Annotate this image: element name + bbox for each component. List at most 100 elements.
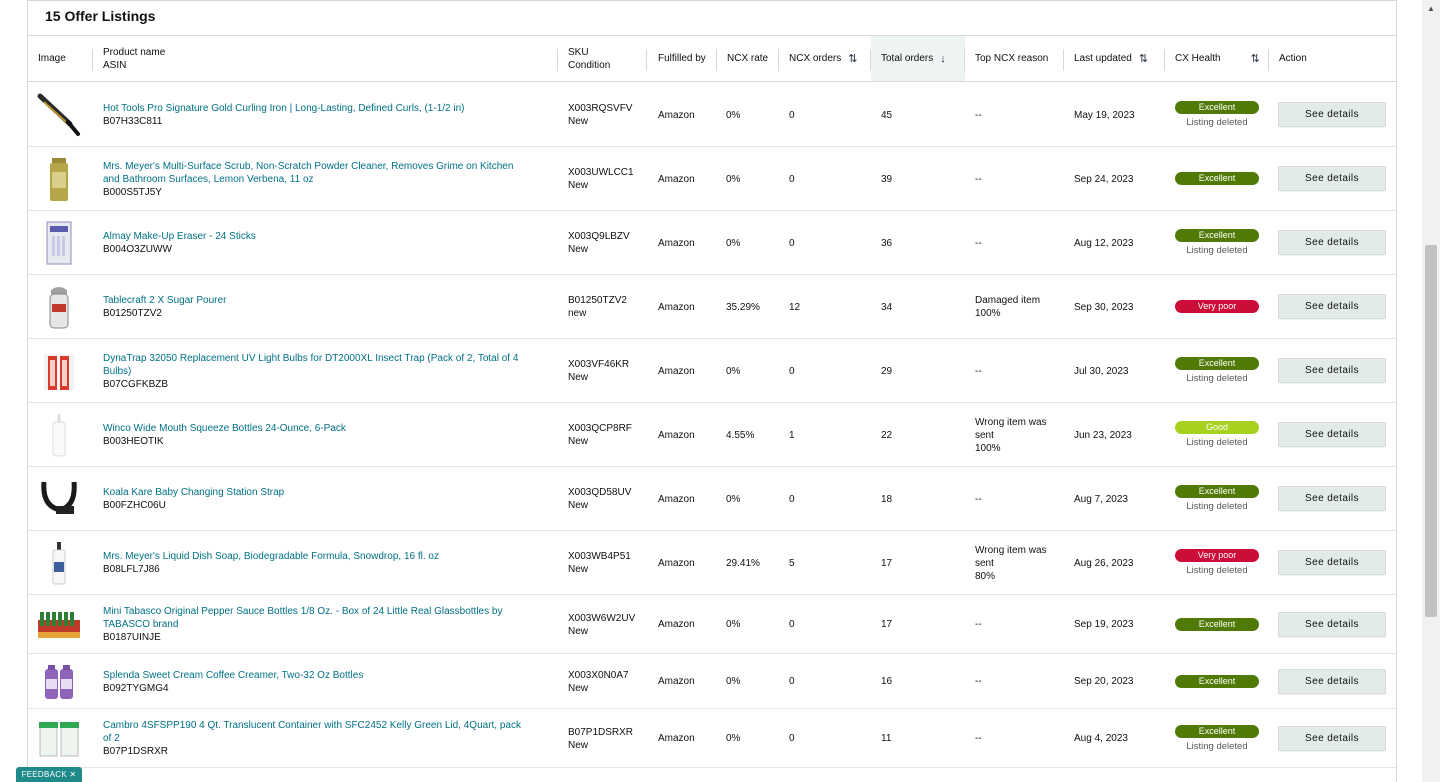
product-thumbnail[interactable] [36, 540, 82, 586]
product-name-link[interactable]: Almay Make-Up Eraser - 24 Sticks [103, 231, 256, 242]
page-title: 15 Offer Listings [45, 8, 156, 24]
see-details-button[interactable]: See details [1278, 294, 1386, 319]
ncx-rate-text: 0% [726, 493, 741, 505]
ncx-rate-text: 0% [726, 237, 741, 249]
product-thumbnail[interactable] [36, 602, 82, 648]
ncx-rate-text: 0% [726, 619, 741, 630]
last-updated-text: Sep 24, 2023 [1074, 173, 1134, 185]
see-details-button[interactable]: See details [1278, 230, 1386, 255]
product-thumbnail[interactable] [36, 659, 82, 705]
product-name-cell: Koala Kare Baby Changing Station Strap B0… [103, 486, 284, 512]
scroll-up-icon[interactable]: ▲ [1422, 0, 1440, 17]
total-orders-text: 36 [881, 237, 893, 249]
header-image: Image [28, 36, 93, 81]
total-orders-text: 29 [881, 365, 893, 377]
product-name-link[interactable]: of 2 [103, 733, 120, 744]
product-thumbnail[interactable] [36, 220, 82, 266]
cx-health-cell: Excellent Listing deleted [1175, 101, 1259, 129]
product-name-link[interactable]: Koala Kare Baby Changing Station Strap [103, 487, 284, 498]
product-thumbnail[interactable] [36, 92, 82, 138]
listing-status-note: Listing deleted [1186, 437, 1248, 448]
condition-text: New [568, 500, 589, 511]
product-thumbnail[interactable] [36, 156, 82, 202]
product-name-link[interactable]: Mrs. Meyer's Liquid Dish Soap, Biodegrad… [103, 551, 439, 562]
table-row: Almay Make-Up Eraser - 24 Sticks B004O3ZU… [28, 211, 1396, 275]
table-row: Koala Kare Baby Changing Station Strap B0… [28, 467, 1396, 531]
top-ncx-reason-text: -- [975, 173, 982, 185]
sku-cell: X003QD58UV New [568, 486, 631, 512]
header-product-name[interactable]: Product name ASIN [93, 36, 558, 81]
cx-health-cell: Excellent Listing deleted [1175, 229, 1259, 257]
asin-text: B07H33C811 [103, 116, 163, 127]
sort-updown-icon[interactable]: ⇅ [1139, 52, 1148, 65]
table-row: DynaTrap 32050 Replacement UV Light Bulb… [28, 339, 1396, 403]
total-orders-text: 22 [881, 429, 893, 441]
header-total-orders-label: Total orders [881, 53, 934, 64]
offer-listings-panel: 15 Offer Listings Image Product name ASI… [27, 0, 1397, 782]
see-details-button[interactable]: See details [1278, 422, 1386, 447]
product-name-link[interactable]: Bulbs) [103, 366, 131, 377]
asin-text: B004O3ZUWW [103, 244, 172, 255]
see-details-button[interactable]: See details [1278, 102, 1386, 127]
product-name-link[interactable]: Splenda Sweet Cream Coffee Creamer, Two-… [103, 670, 363, 681]
header-image-label: Image [38, 53, 66, 64]
table-row: Cambro 4SFSPP190 4 Qt. Translucent Conta… [28, 709, 1396, 768]
see-details-button[interactable]: See details [1278, 725, 1386, 751]
header-last-updated[interactable]: Last updated ⇅ [1064, 36, 1165, 81]
see-details-button[interactable]: See details [1278, 166, 1386, 191]
header-sku[interactable]: SKU Condition [558, 36, 647, 81]
product-thumbnail[interactable] [36, 476, 82, 522]
sort-updown-icon[interactable]: ⇅ [1251, 52, 1260, 65]
product-name-link[interactable]: Cambro 4SFSPP190 4 Qt. Translucent Conta… [103, 720, 521, 731]
product-name-link[interactable]: Winco Wide Mouth Squeeze Bottles 24-Ounc… [103, 423, 346, 434]
product-name-link[interactable]: DynaTrap 32050 Replacement UV Light Bulb… [103, 353, 518, 364]
feedback-button[interactable]: FEEDBACK ✕ [16, 767, 82, 782]
fulfilled-by-text: Amazon [658, 733, 695, 744]
cx-health-badge: Very poor [1175, 549, 1259, 562]
cx-health-badge: Excellent [1175, 485, 1259, 498]
header-fulfilled-by[interactable]: Fulfilled by [647, 36, 717, 81]
header-top-ncx-reason[interactable]: Top NCX reason [965, 36, 1064, 81]
total-orders-text: 17 [881, 619, 893, 630]
condition-text: New [568, 372, 589, 383]
product-thumbnail[interactable] [36, 412, 82, 458]
ncx-orders-text: 12 [789, 301, 801, 313]
product-name-cell: Almay Make-Up Eraser - 24 Sticks B004O3ZU… [103, 230, 256, 256]
ncx-orders-text: 0 [789, 619, 795, 630]
scrollbar-thumb[interactable] [1425, 245, 1437, 617]
header-total-orders[interactable]: Total orders ↓ [871, 36, 965, 81]
product-name-link[interactable]: Tablecraft 2 X Sugar Pourer [103, 295, 226, 306]
sort-down-icon[interactable]: ↓ [940, 53, 946, 65]
product-name-link[interactable]: TABASCO brand [103, 619, 178, 630]
ncx-rate-text: 0% [726, 365, 741, 377]
sort-updown-icon[interactable]: ⇅ [848, 52, 857, 65]
header-ncx-rate[interactable]: NCX rate [717, 36, 779, 81]
product-name-cell: Winco Wide Mouth Squeeze Bottles 24-Ounc… [103, 422, 346, 448]
product-thumbnail[interactable] [36, 284, 82, 330]
see-details-button[interactable]: See details [1278, 486, 1386, 511]
see-details-button[interactable]: See details [1278, 358, 1386, 383]
product-name-link[interactable]: Mini Tabasco Original Pepper Sauce Bottl… [103, 606, 502, 617]
product-name-link[interactable]: Hot Tools Pro Signature Gold Curling Iro… [103, 103, 464, 114]
sku-cell: X003QCP8RF New [568, 422, 632, 448]
condition-text: New [568, 180, 589, 191]
table-row: Mrs. Meyer's Multi-Surface Scrub, Non-Sc… [28, 147, 1396, 211]
header-ncx-orders[interactable]: NCX orders ⇅ [779, 36, 871, 81]
condition-text: New [568, 436, 589, 447]
ncx-orders-text: 0 [789, 733, 795, 744]
sku-cell: X003RQSVFV New [568, 102, 632, 128]
product-thumbnail[interactable] [36, 716, 82, 762]
see-details-button[interactable]: See details [1278, 668, 1386, 694]
fulfilled-by-text: Amazon [658, 493, 695, 505]
vertical-scrollbar[interactable]: ▲ [1422, 0, 1440, 782]
product-name-link[interactable]: Mrs. Meyer's Multi-Surface Scrub, Non-Sc… [103, 161, 513, 172]
product-thumbnail[interactable] [36, 348, 82, 394]
cx-health-cell: Excellent Listing deleted [1175, 485, 1259, 513]
product-name-cell: Mini Tabasco Original Pepper Sauce Bottl… [103, 605, 502, 644]
see-details-button[interactable]: See details [1278, 550, 1386, 575]
ncx-rate-text: 4.55% [726, 429, 755, 441]
top-ncx-reason-text: Wrong item was sent 80% [975, 544, 1047, 582]
see-details-button[interactable]: See details [1278, 611, 1386, 637]
header-cx-health[interactable]: CX Health ⇅ [1165, 36, 1269, 81]
product-name-link[interactable]: and Bathroom Surfaces, Lemon Verbena, 11… [103, 174, 314, 185]
